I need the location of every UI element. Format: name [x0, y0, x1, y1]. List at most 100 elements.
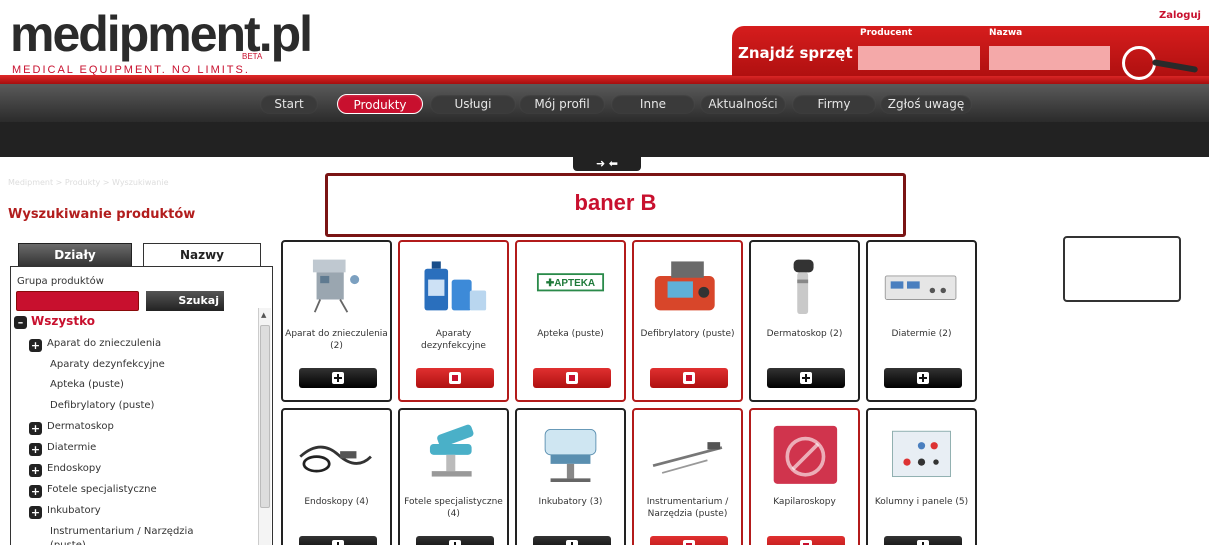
nav-zglos-uwage[interactable]: Zgłoś uwagę [880, 94, 972, 114]
product-expand-button[interactable] [416, 536, 494, 545]
plus-icon [332, 540, 344, 545]
name-input[interactable] [989, 46, 1110, 70]
diathermy-unit-icon[interactable] [878, 250, 965, 320]
nav-uslugi[interactable]: Usługi [430, 94, 516, 114]
tree-item-label: Endoskopy [47, 463, 102, 474]
endoscope-icon[interactable] [293, 418, 380, 488]
header-red-band [0, 75, 1209, 84]
product-card[interactable]: Kapilaroskopy [749, 408, 860, 545]
no-image-placeholder-icon[interactable] [761, 418, 848, 488]
dermatoscope-icon[interactable] [761, 250, 848, 320]
tree-item-label: Inkubatory [47, 505, 101, 516]
product-expand-button[interactable] [533, 536, 611, 545]
logo-wordmark: medipment.pl [10, 6, 313, 62]
name-label: Nazwa [989, 28, 1023, 38]
product-expand-button[interactable] [533, 368, 611, 388]
product-card[interactable]: Instrumentarium / Narzędzia (puste) [632, 408, 743, 545]
surgical-instrument-icon[interactable] [644, 418, 731, 488]
tree-item-label: Defibrylatory (puste) [50, 400, 155, 411]
incubator-icon[interactable] [527, 418, 614, 488]
banner-ad[interactable]: baner B [325, 173, 906, 237]
stop-icon [683, 372, 695, 384]
product-card[interactable]: Fotele specjalistyczne (4) [398, 408, 509, 545]
product-expand-button[interactable] [884, 536, 962, 545]
login-link[interactable]: Zaloguj [1159, 10, 1201, 21]
collapse-icon[interactable]: – [14, 316, 27, 329]
product-expand-button[interactable] [299, 368, 377, 388]
product-card[interactable]: ✚APTEKA Apteka (puste) [515, 240, 626, 402]
expand-icon[interactable]: + [29, 443, 42, 456]
product-card[interactable]: Defibrylatory (puste) [632, 240, 743, 402]
plus-icon [566, 540, 578, 545]
product-expand-button[interactable] [650, 368, 728, 388]
product-expand-button[interactable] [767, 368, 845, 388]
search-icon[interactable] [1122, 46, 1156, 80]
beta-badge: BETA [242, 52, 263, 61]
product-name: Apteka (puste) [537, 329, 604, 339]
product-expand-button[interactable] [299, 536, 377, 545]
product-expand-button[interactable] [650, 536, 728, 545]
defibrillator-icon[interactable] [644, 250, 731, 320]
sidebar-panel: Grupa produktów Szukaj – Wszystko + Aparat … [10, 266, 273, 545]
expand-icon[interactable]: + [29, 464, 42, 477]
tree-item-label: Dermatoskop [47, 421, 114, 432]
tab-nazwy[interactable]: Nazwy [143, 243, 261, 267]
scroll-thumb[interactable] [260, 325, 270, 508]
expand-icon[interactable]: + [29, 422, 42, 435]
expand-icon[interactable]: + [29, 506, 42, 519]
product-name: Endoskopy (4) [304, 497, 369, 507]
product-name: Dermatoskop (2) [766, 329, 843, 339]
expand-icon[interactable]: + [29, 339, 42, 352]
product-expand-button[interactable] [416, 368, 494, 388]
sidebar-scrollbar[interactable]: ▲ [258, 308, 271, 545]
stop-icon [566, 372, 578, 384]
page-title: Wyszukiwanie produktów [8, 207, 196, 222]
site-logo[interactable]: medipment.pl BETA MEDICAL EQUIPMENT. NO … [10, 4, 313, 78]
main-nav: Start Produkty Usługi Mój profil Inne Ak… [0, 84, 1209, 157]
product-card[interactable]: Endoskopy (4) [281, 408, 392, 545]
tab-dzialy[interactable]: Działy [18, 243, 132, 267]
product-group-input[interactable] [16, 291, 139, 311]
exam-chair-icon[interactable] [410, 418, 497, 488]
producer-input[interactable] [858, 46, 980, 70]
stop-icon [683, 540, 695, 545]
tree-item-label: Diatermie [47, 442, 97, 453]
tree-item-label: Fotele specjalistyczne [47, 484, 157, 495]
producer-label: Producent [860, 28, 913, 38]
expand-icon[interactable]: + [29, 485, 42, 498]
collapse-toggle-button[interactable]: ➜ ⬅ [573, 157, 641, 171]
product-card[interactable]: Kolumny i panele (5) [866, 408, 977, 545]
product-card[interactable]: Diatermie (2) [866, 240, 977, 402]
product-name: Diatermie (2) [891, 329, 952, 339]
product-name: Defibrylatory (puste) [640, 329, 735, 339]
nav-aktualnosci[interactable]: Aktualności [700, 94, 786, 114]
product-expand-button[interactable] [884, 368, 962, 388]
product-name: Kapilaroskopy [773, 497, 836, 507]
product-name: Kolumny i panele (5) [874, 497, 969, 507]
anesthesia-machine-icon[interactable] [293, 250, 380, 320]
nav-start[interactable]: Start [260, 94, 318, 114]
banner-text: baner B [574, 190, 657, 215]
tree-item-label: Aparat do znieczulenia [47, 338, 162, 349]
scroll-up-arrow-icon[interactable]: ▲ [261, 311, 266, 319]
nav-moj-profil[interactable]: Mój profil [519, 94, 605, 114]
product-expand-button[interactable] [767, 536, 845, 545]
search-button[interactable]: Szukaj [146, 291, 224, 311]
product-card[interactable]: Aparat do znieczulenia (2) [281, 240, 392, 402]
breadcrumb[interactable]: Medipment > Produkty > Wyszukiwanie [8, 178, 169, 187]
product-card[interactable]: Aparaty dezynfekcyjne [398, 240, 509, 402]
plus-icon [449, 540, 461, 545]
nav-inne[interactable]: Inne [611, 94, 695, 114]
tree-item-label: Instrumentarium / Narzędzia [50, 526, 194, 537]
product-card[interactable]: Dermatoskop (2) [749, 240, 860, 402]
side-ad-placeholder[interactable] [1063, 236, 1181, 302]
pharmacy-sign-icon[interactable]: ✚APTEKA [527, 250, 614, 320]
nav-firmy[interactable]: Firmy [792, 94, 876, 114]
wall-panel-icon[interactable] [878, 418, 965, 488]
plus-icon [800, 372, 812, 384]
nav-produkty[interactable]: Produkty [337, 94, 423, 114]
search-title: Znajdź sprzęt [738, 44, 853, 62]
product-card[interactable]: Inkubatory (3) [515, 408, 626, 545]
product-name: Instrumentarium / Narzędzia (puste) [646, 497, 729, 519]
disinfectant-bottles-icon[interactable] [410, 250, 497, 320]
